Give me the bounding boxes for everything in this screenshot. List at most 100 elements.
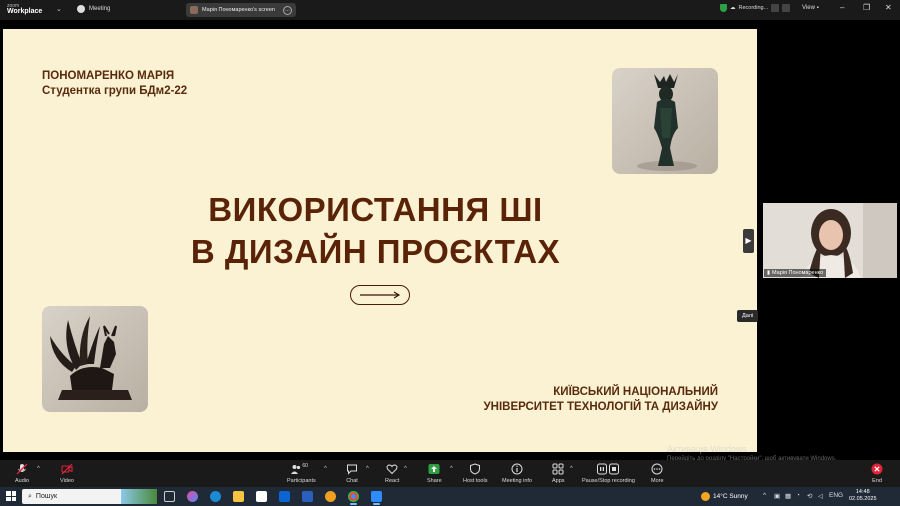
chat-button[interactable]: Chat (346, 463, 358, 484)
chevron-down-icon[interactable]: ⌄ (56, 5, 62, 13)
recording-indicator: ☁ Recording... (720, 4, 791, 12)
audio-options-caret[interactable]: ^ (37, 466, 40, 472)
edge-icon[interactable] (210, 491, 221, 502)
clock-time: 14:48 (855, 489, 870, 495)
figurine-photo-top (612, 68, 718, 174)
zoom-taskbar-icon[interactable] (371, 491, 382, 505)
end-button[interactable]: End (871, 463, 883, 484)
participants-icon: 60 (290, 463, 312, 475)
cloud-icon: ☁ (730, 5, 736, 11)
windows-taskbar: ⌕ Пошук 14°C Sunny ^ ▣ ▦ ◔ ⟲ ◁ ENG 14:48… (0, 487, 900, 506)
share-label: Share (427, 478, 442, 484)
fox-figurine-photo (42, 306, 148, 412)
chat-label: Chat (346, 478, 358, 484)
word-icon[interactable] (302, 491, 313, 502)
file-explorer-icon[interactable] (233, 491, 244, 502)
search-highlight-image (121, 489, 157, 504)
meeting-menu[interactable]: Meeting (77, 5, 110, 13)
search-icon: ⌕ (28, 492, 32, 500)
taskbar-search[interactable]: ⌕ Пошук (22, 489, 157, 504)
meeting-info-button[interactable]: Meeting info (502, 463, 532, 484)
tray-zoom-icon[interactable]: ▦ (785, 492, 791, 500)
title-line1: ВИКОРИСТАННЯ ШІ (208, 191, 543, 228)
store-icon[interactable] (256, 491, 267, 502)
copilot-icon[interactable] (187, 491, 198, 502)
pause-recording-button[interactable] (771, 4, 780, 12)
author-group: Студентка групи БДм2-22 (42, 85, 188, 97)
wifi-icon[interactable]: ◔ (796, 492, 800, 499)
audio-label: Audio (15, 478, 30, 484)
apps-icon (552, 463, 564, 475)
slide-author: ПОНОМАРЕНКО МАРІЯ Студентка групи БДм2-2… (42, 69, 187, 99)
apps-label: Apps (552, 478, 565, 484)
signal-icon: ▮ (767, 270, 771, 276)
participants-count: 60 (302, 463, 308, 469)
more-icon[interactable]: … (283, 5, 292, 15)
participant-video (763, 203, 897, 278)
host-tools-button[interactable]: Host tools (463, 463, 487, 484)
end-call-icon (871, 463, 883, 475)
react-label: React (385, 478, 400, 484)
photos-icon[interactable] (325, 491, 336, 502)
view-label: View (802, 5, 815, 11)
grid-icon: ▪ (816, 5, 819, 11)
participants-button[interactable]: 60 Participants (287, 463, 316, 484)
view-button[interactable]: View ▪ (802, 5, 819, 11)
more-button[interactable]: More (651, 463, 664, 484)
participants-options-caret[interactable]: ^ (324, 466, 327, 472)
author-name: ПОНОМАРЕНКО МАРІЯ (42, 70, 175, 82)
share-options-caret[interactable]: ^ (450, 466, 453, 472)
arrow-right-icon (350, 285, 410, 305)
screen-share-indicator[interactable]: Марія Пономаренко's screen … (186, 3, 296, 17)
meeting-controls: Audio ^ Video 60 Participants ^ Chat ^ R… (0, 460, 900, 487)
pause-stop-recording-button[interactable]: Pause/Stop recording (582, 463, 635, 484)
react-button[interactable]: React (385, 463, 399, 484)
weather-text: 14°C Sunny (713, 493, 748, 500)
search-placeholder: Пошук (35, 493, 58, 500)
chevron-up-icon[interactable]: ^ (763, 492, 766, 499)
video-button[interactable]: Video (60, 463, 74, 484)
shared-slide: ПОНОМАРЕНКО МАРІЯ Студентка групи БДм2-2… (3, 29, 757, 452)
next-tooltip: Далі (737, 310, 759, 322)
windows-activation-title: Активація Windows (667, 444, 747, 454)
pause-stop-recording-label: Pause/Stop recording (582, 478, 635, 484)
meeting-label: Meeting (89, 6, 111, 12)
audio-button[interactable]: Audio (15, 463, 29, 484)
brand-line2: Workplace (7, 8, 43, 15)
react-options-caret[interactable]: ^ (404, 466, 407, 472)
task-view-icon[interactable] (164, 491, 175, 502)
shield-icon (470, 463, 481, 475)
taskbar-clock[interactable]: 14:48 02.05.2025 (849, 489, 877, 503)
video-label: Video (60, 478, 74, 484)
participant-name-label: ▮ Марія Пономаренко (764, 269, 827, 277)
stop-recording-button[interactable] (782, 4, 791, 12)
apps-options-caret[interactable]: ^ (570, 466, 573, 472)
screen-share-label: Марія Пономаренко's screen (202, 7, 275, 13)
restore-button[interactable]: ❐ (863, 3, 870, 12)
share-button[interactable]: Share (427, 463, 442, 484)
university-name: КИЇВСЬКИЙ НАЦІОНАЛЬНИЙ УНІВЕРСИТЕТ ТЕХНО… (483, 385, 718, 415)
next-slide-button[interactable]: ▶ (743, 229, 754, 253)
chat-options-caret[interactable]: ^ (366, 466, 369, 472)
tray-app-icon[interactable]: ▣ (774, 492, 780, 500)
language-indicator[interactable]: ENG (829, 492, 843, 499)
apps-button[interactable]: Apps (552, 463, 565, 484)
chrome-icon[interactable] (348, 491, 359, 505)
volume-icon[interactable]: ◁ (818, 492, 823, 500)
windows-start-icon[interactable] (6, 491, 16, 501)
participant-video-tile[interactable]: ▮ Марія Пономаренко (763, 203, 897, 278)
tray-sync-icon[interactable]: ⟲ (807, 492, 812, 500)
share-screen-icon (428, 464, 440, 474)
minimize-button[interactable]: – (840, 3, 844, 12)
clock-date: 02.05.2025 (849, 496, 877, 502)
zoom-top-bar: zoom Workplace ⌄ Meeting Марія Пономарен… (0, 0, 900, 20)
close-button[interactable]: ✕ (885, 3, 892, 12)
outlook-icon[interactable] (279, 491, 290, 502)
shield-icon (720, 4, 727, 12)
avatar (190, 6, 198, 14)
title-line2: В ДИЗАЙН ПРОЄКТАХ (190, 233, 561, 270)
info-icon (511, 463, 523, 475)
uni-line2: УНІВЕРСИТЕТ ТЕХНОЛОГІЙ ТА ДИЗАЙНУ (483, 401, 718, 413)
uni-line1: КИЇВСЬКИЙ НАЦІОНАЛЬНИЙ (553, 386, 718, 398)
weather-widget[interactable]: 14°C Sunny (701, 492, 748, 501)
